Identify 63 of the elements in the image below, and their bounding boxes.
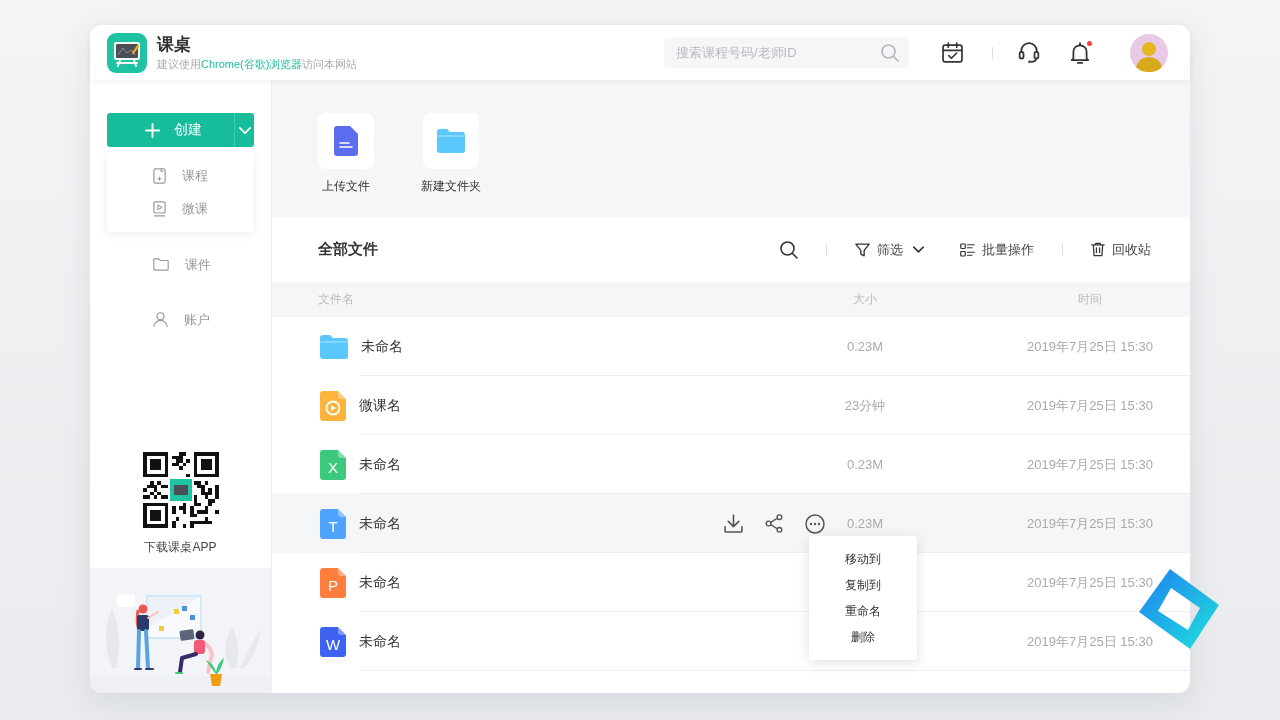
menu-item[interactable]: 删除 (851, 624, 875, 650)
calendar-icon[interactable] (942, 42, 963, 63)
menu-item[interactable]: 复制到 (845, 572, 881, 598)
person-icon (153, 311, 168, 328)
folder-icon (320, 334, 348, 359)
filter-button[interactable]: 筛选 (855, 240, 924, 259)
recycle-bin-button[interactable]: 回收站 (1091, 240, 1151, 259)
search-icon[interactable] (780, 240, 798, 259)
batch-operation-button[interactable]: 批量操作 (960, 240, 1034, 259)
video-file-icon (320, 390, 346, 421)
column-header: 时间 (1077, 291, 1103, 308)
trash-icon (1091, 242, 1105, 257)
file-name: 微课名 (359, 396, 401, 415)
column-header: 大小 (852, 291, 878, 308)
file-row[interactable]: 微课名 23分钟 2019年7月25日 15:30 (272, 376, 1190, 435)
share-icon[interactable] (765, 514, 783, 533)
download-icon[interactable] (724, 514, 743, 533)
app-title: 课桌 (157, 34, 192, 55)
folder-icon (423, 113, 479, 169)
folder-outline-icon (153, 258, 169, 271)
checklist-icon (960, 242, 975, 257)
file-size: 0.23M (845, 457, 885, 472)
bell-icon[interactable] (1070, 41, 1090, 64)
file-size: 0.23M (845, 339, 885, 354)
document-icon (318, 113, 374, 169)
text-file-icon: T (320, 508, 346, 539)
file-row[interactable]: T 未命名 0.23M 2019年7月25日 15:30 (272, 494, 1190, 553)
file-time: 2019年7月25日 15:30 (1026, 396, 1154, 415)
download-app-label: 下载课桌APP (144, 540, 217, 555)
file-time: 2019年7月25日 15:30 (1026, 632, 1154, 651)
browser-hint: 建议使用Chrome(谷歌)浏览器访问本网站 (157, 56, 358, 71)
dropdown-toggle[interactable] (234, 113, 254, 147)
search-field[interactable]: 搜索课程号码/老师ID (664, 37, 909, 68)
file-name: 未命名 (361, 337, 403, 356)
caret-icon (913, 246, 924, 253)
file-size: 0.23M (845, 516, 885, 531)
slides-file-icon: P (320, 567, 346, 598)
spreadsheet-file-icon: X (320, 449, 346, 480)
caret-icon (238, 126, 251, 134)
section-title: 全部文件 (318, 240, 378, 259)
menu-item[interactable]: 重命名 (845, 598, 881, 624)
new-folder-button[interactable]: 新建文件夹 (421, 113, 481, 194)
upload-file-button[interactable]: 上传文件 (316, 113, 376, 194)
file-row[interactable]: 未命名 0.23M 2019年7月25日 15:30 (272, 317, 1190, 376)
file-time: 2019年7月25日 15:30 (1026, 455, 1154, 474)
headset-icon[interactable] (1018, 41, 1040, 64)
file-name: 未命名 (359, 514, 401, 533)
file-name: 未命名 (359, 573, 401, 592)
file-name: 未命名 (359, 455, 401, 474)
funnel-icon (855, 242, 870, 257)
file-time: 2019年7月25日 15:30 (1026, 514, 1154, 533)
logo-icon (107, 32, 147, 73)
plus-icon (145, 122, 161, 138)
tablet-plus-icon (153, 167, 166, 184)
video-lesson-icon (153, 200, 166, 217)
document-file-icon: W (320, 626, 346, 657)
more-icon[interactable] (805, 513, 825, 534)
file-row[interactable]: X 未命名 0.23M 2019年7月25日 15:30 (272, 435, 1190, 494)
file-time: 2019年7月25日 15:30 (1026, 573, 1154, 592)
file-size: 23分钟 (843, 396, 887, 415)
column-header: 文件名 (318, 291, 355, 308)
file-name: 未命名 (359, 632, 401, 651)
file-time: 2019年7月25日 15:30 (1026, 337, 1154, 356)
